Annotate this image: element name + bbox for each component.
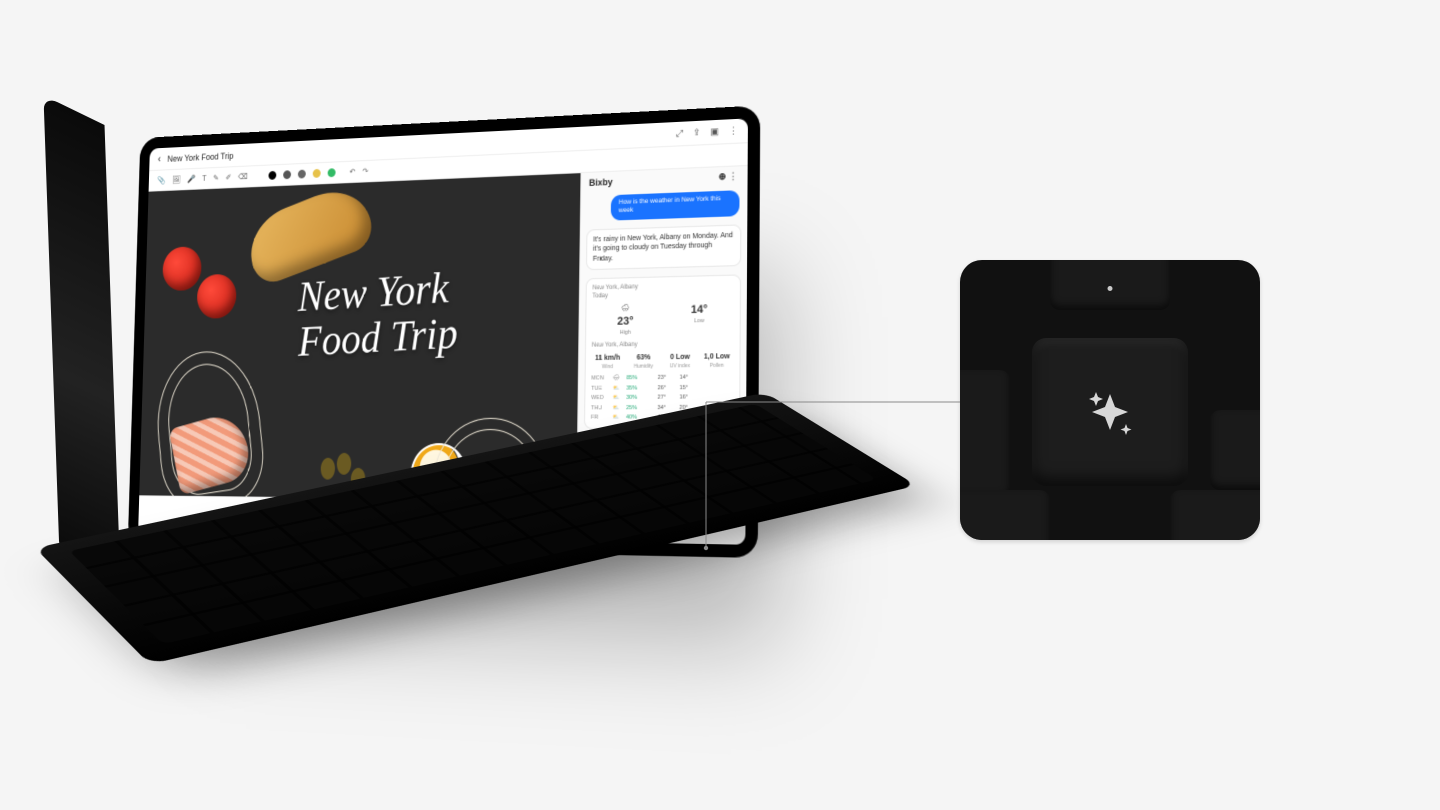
redo-icon[interactable]: ↷ xyxy=(362,167,368,176)
ai-key-callout xyxy=(960,260,1260,540)
mic-icon[interactable]: 🎤 xyxy=(187,175,196,184)
weather-metrics: 11 km/hWind 63%Humidity 0 LowUV index 1,… xyxy=(591,352,733,370)
neighbor-key xyxy=(960,370,1010,500)
pen-icon[interactable]: ✎ xyxy=(213,174,219,183)
neighbor-key xyxy=(960,490,1050,540)
color-swatch-yellow[interactable] xyxy=(312,169,320,178)
doodle-olive xyxy=(320,458,335,480)
undo-icon[interactable]: ↶ xyxy=(349,167,355,176)
tablet-product-render: ‹ New York Food Trip ⤢ ⇪ ▣ ⋮ 📎 🖼 🎤 T ✎ ✐… xyxy=(90,120,770,550)
more-icon[interactable]: ⋮ xyxy=(729,170,740,181)
doodle-olive xyxy=(337,453,352,475)
bixby-user-bubble: How is the weather in New York this week xyxy=(611,190,740,220)
doodle-tomato xyxy=(197,274,237,319)
canvas-text-line2: Food Trip xyxy=(298,311,458,365)
color-swatch-black[interactable] xyxy=(268,171,276,180)
image-icon[interactable]: 🖼 xyxy=(172,175,181,184)
note-title: New York Food Trip xyxy=(167,151,233,164)
bixby-title: Bixby xyxy=(589,176,613,187)
attach-icon[interactable]: 📎 xyxy=(157,176,166,185)
bixby-header-actions[interactable]: ⊕ ⋮ xyxy=(718,170,739,182)
weather-location-2: New York, Albany xyxy=(592,340,734,350)
color-swatch-green[interactable] xyxy=(327,168,335,177)
menu-square-icon[interactable]: ▣ xyxy=(710,126,719,138)
highlighter-icon[interactable]: ✐ xyxy=(225,173,231,182)
cloud-rain-icon: 🌧 xyxy=(621,304,630,314)
color-swatch-darkgrey[interactable] xyxy=(298,170,306,179)
window-controls[interactable]: ⤢ ⇪ ▣ ⋮ xyxy=(676,125,738,139)
neighbor-key xyxy=(1170,490,1260,540)
sparkle-icon xyxy=(1078,380,1142,444)
text-icon[interactable]: T xyxy=(202,174,206,183)
tablet-stand xyxy=(43,95,120,585)
color-swatch-grey[interactable] xyxy=(283,170,291,179)
globe-icon[interactable]: ⊕ xyxy=(718,171,726,182)
share-icon[interactable]: ⇪ xyxy=(693,127,701,139)
canvas-handwriting: New York Food Trip xyxy=(298,265,458,365)
neighbor-key xyxy=(1210,410,1260,490)
bixby-answer-text: It's rainy in New York, Albany on Monday… xyxy=(593,231,734,264)
expand-icon[interactable]: ⤢ xyxy=(676,128,683,140)
neighbor-key xyxy=(1050,260,1170,310)
back-icon[interactable]: ‹ xyxy=(158,153,161,164)
doodle-tomato xyxy=(162,246,202,291)
bixby-answer-card: It's rainy in New York, Albany on Monday… xyxy=(586,224,741,270)
more-icon[interactable]: ⋮ xyxy=(729,125,738,137)
weather-low: 14° Low xyxy=(665,302,734,336)
weather-high: 🌧 23° High xyxy=(592,304,659,338)
ai-assistant-key[interactable] xyxy=(1032,338,1188,486)
eraser-icon[interactable]: ⌫ xyxy=(238,172,248,181)
